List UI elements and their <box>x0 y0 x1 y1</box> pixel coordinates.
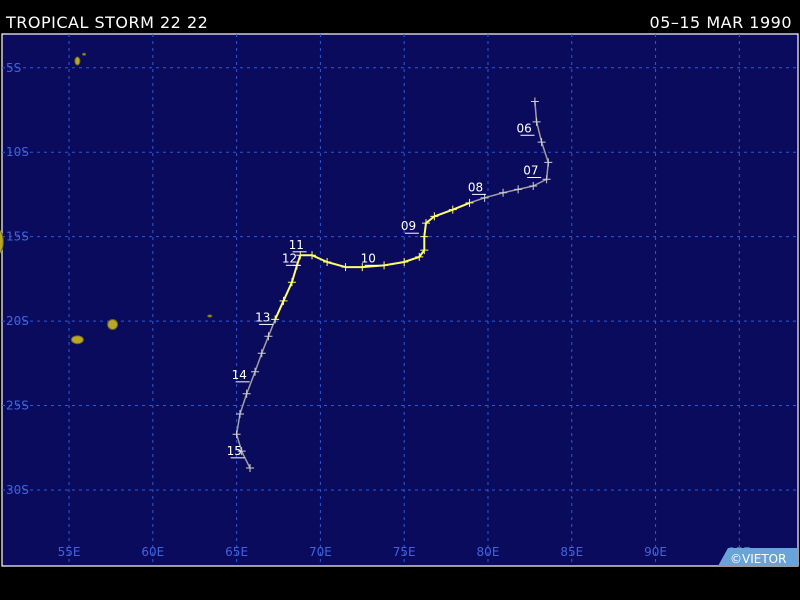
day-label: 09 <box>401 219 416 233</box>
lat-tick-label: 5S <box>6 61 21 75</box>
island <box>207 314 213 318</box>
island <box>107 318 119 330</box>
lon-tick-label: 75E <box>393 545 416 559</box>
island <box>70 335 84 345</box>
lat-tick-label: 15S <box>6 230 29 244</box>
day-label: 15 <box>227 444 242 458</box>
lat-tick-label: 10S <box>6 145 29 159</box>
day-label: 06 <box>517 121 532 135</box>
credit-badge: ©VIETOR <box>718 548 798 566</box>
island <box>74 56 81 66</box>
lon-tick-label: 80E <box>477 545 500 559</box>
storm-track-map: 06 07 08 09 10 1112 13 14 15 55E 60E 65E 70E 75E 80E 8… <box>0 33 799 567</box>
lon-tick-label: 90E <box>644 545 667 559</box>
lon-tick-label: 55E <box>58 545 81 559</box>
credit-text: ©VIETOR <box>730 552 786 566</box>
day-label: 10 <box>361 251 376 265</box>
lon-tick-label: 70E <box>309 545 332 559</box>
lon-tick-label: 65E <box>225 545 248 559</box>
ocean-background <box>1 33 799 567</box>
island <box>82 52 87 56</box>
day-label: 13 <box>255 310 270 324</box>
day-label: 14 <box>232 368 247 382</box>
day-label: 08 <box>468 180 483 194</box>
lat-tick-label: 30S <box>6 483 29 497</box>
lat-tick-label: 20S <box>6 314 29 328</box>
lon-tick-label: 60E <box>141 545 164 559</box>
lon-tick-label: 85E <box>560 545 583 559</box>
day-label: 07 <box>523 163 538 177</box>
lat-tick-label: 25S <box>6 399 29 413</box>
day-label: 11 <box>289 238 304 252</box>
day-label: 12 <box>282 251 297 265</box>
